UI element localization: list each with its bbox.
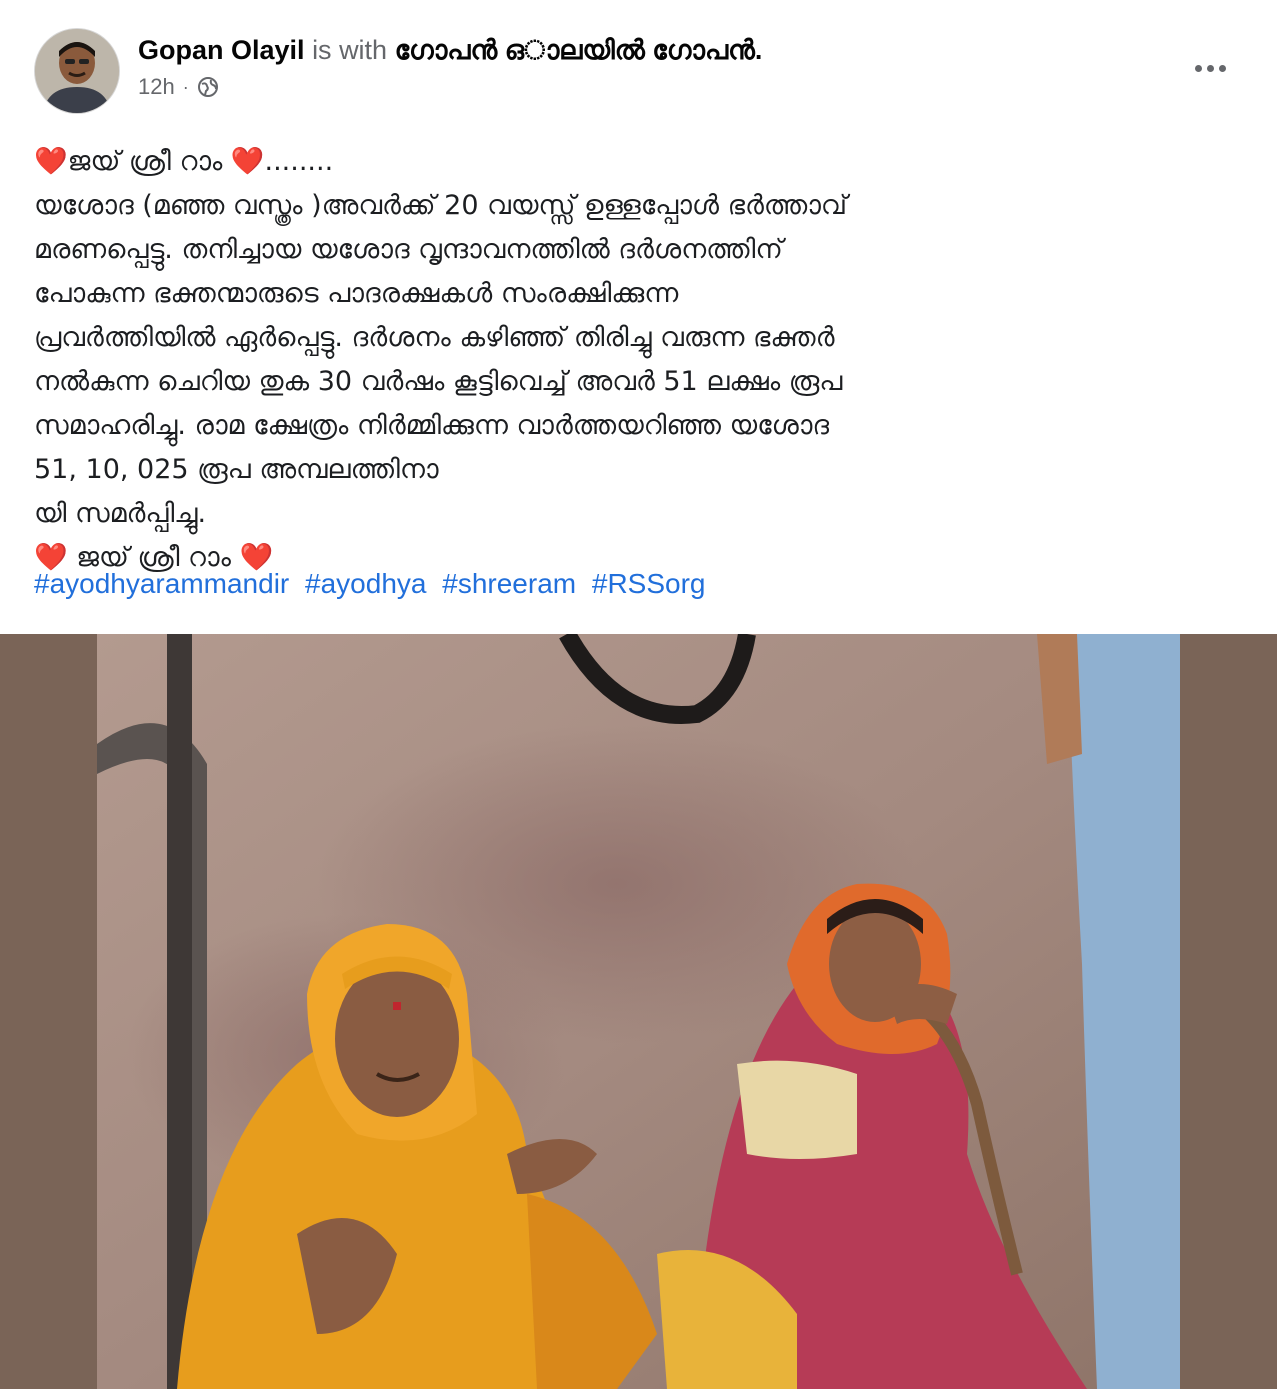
post-text-line: 51, 10, 025 രൂപ അമ്പലത്തിനാ (34, 454, 439, 485)
post-text-line: യശോദ (മഞ്ഞ വസ്ത്രം )അവർക്ക് 20 വയസ്സ് ഉള… (34, 190, 848, 221)
facebook-post: Gopan Olayil is with ഗോപൻ ഒാലയിൽ ഗോപൻ. 1… (0, 0, 1280, 1389)
post-text: ❤️ജയ് ശ്രീ റാം ❤️........ യശോദ (മഞ്ഞ വസ്… (34, 140, 1244, 580)
hashtags: #ayodhyarammandir #ayodhya #shreeram #RS… (34, 568, 714, 600)
hashtag-link[interactable]: #RSSorg (592, 568, 706, 599)
post-text-line: പോകുന്ന ഭക്തന്മാരുടെ പാദരക്ഷകൾ സംരക്ഷിക്… (34, 278, 679, 309)
post-text-line: യി സമർപ്പിച്ചു. (34, 498, 207, 529)
post-text-line: സമാഹരിച്ചു. രാമ ക്ഷേത്രം നിർമ്മിക്കുന്ന … (34, 410, 830, 441)
more-dot (1194, 64, 1202, 72)
photo-illustration (97, 634, 1180, 1389)
with-text: is with (312, 35, 388, 65)
globe-icon[interactable] (197, 76, 219, 98)
photo-frame (0, 634, 1277, 1389)
post-text-line: നൽകുന്ന ചെറിയ തുക 30 വർഷം കൂട്ടിവെച്ച് അ… (34, 366, 843, 397)
hashtag-link[interactable]: #ayodhyarammandir (34, 568, 289, 599)
post-text-line: മരണപ്പെട്ടു. തനിച്ചായ യശോദ വൃന്ദാവനത്തിൽ… (34, 234, 783, 265)
avatar-photo (35, 29, 119, 113)
post-text-line: ❤️ജയ് ശ്രീ റാം ❤️........ (34, 146, 334, 177)
post-header: Gopan Olayil is with ഗോപൻ ഒാലയിൽ ഗോപൻ. 1… (34, 28, 1246, 114)
hashtag-link[interactable]: #ayodhya (305, 568, 426, 599)
post-text-line: പ്രവർത്തിയിൽ ഏർപ്പെട്ടു. ദർശനം കഴിഞ്ഞ് ത… (34, 322, 835, 353)
author-name[interactable]: Gopan Olayil (138, 35, 305, 65)
separator-dot: · (182, 76, 189, 97)
more-dot (1206, 64, 1214, 72)
more-dot (1218, 64, 1226, 72)
header-text: Gopan Olayil is with ഗോപൻ ഒാലയിൽ ഗോപൻ. 1… (138, 32, 762, 100)
timestamp[interactable]: 12h (138, 74, 175, 100)
post-photo[interactable] (97, 634, 1180, 1389)
author-line: Gopan Olayil is with ഗോപൻ ഒാലയിൽ ഗോപൻ. (138, 32, 762, 68)
post-meta: 12h · (138, 74, 762, 100)
more-options-button[interactable] (1182, 48, 1238, 88)
tagged-person[interactable]: ഗോപൻ ഒാലയിൽ ഗോപൻ. (395, 35, 763, 65)
hashtag-link[interactable]: #shreeram (442, 568, 576, 599)
author-avatar[interactable] (34, 28, 120, 114)
